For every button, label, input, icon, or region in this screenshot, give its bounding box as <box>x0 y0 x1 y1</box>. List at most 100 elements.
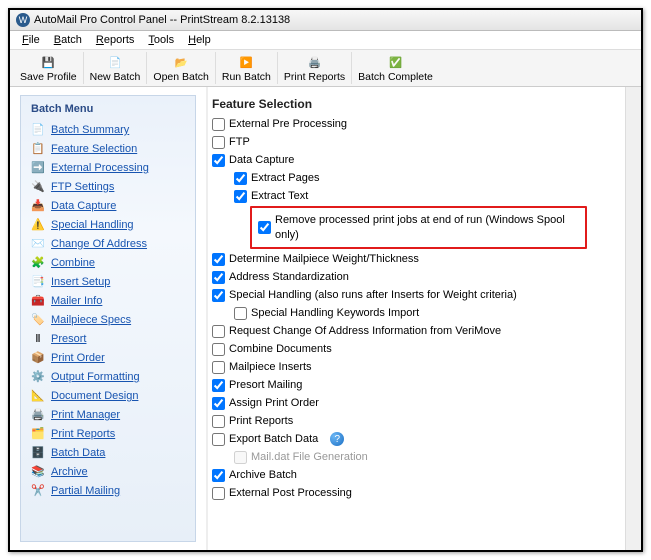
menu-file[interactable]: FFileile <box>16 32 46 48</box>
feature-label: Mail.dat File Generation <box>251 450 368 465</box>
sidebar-item-change-of-address[interactable]: ✉️ Change Of Address <box>23 235 193 254</box>
checkbox-external-pre-processing[interactable] <box>212 118 225 131</box>
new-batch-button[interactable]: 📄 New Batch <box>84 52 148 84</box>
sidebar-item-combine[interactable]: 🧩Combine <box>23 254 193 273</box>
menu-batch[interactable]: BatchBatch <box>48 32 88 48</box>
sidebar-item-icon: 📦 <box>31 352 45 366</box>
sidebar-item-label[interactable]: Print Manager <box>51 407 120 424</box>
menu-help[interactable]: HelpHelp <box>182 32 217 48</box>
checkbox-request-change-of-address-information-from-verimove[interactable] <box>212 325 225 338</box>
checkbox-archive-batch[interactable] <box>212 469 225 482</box>
checkbox-print-reports[interactable] <box>212 415 225 428</box>
print-reports-button[interactable]: 🖨️ Print Reports <box>278 52 352 84</box>
menu-reports[interactable]: ReportsReports <box>90 32 141 48</box>
sidebar-item-label[interactable]: Feature Selection <box>51 141 137 158</box>
sidebar-item-partial-mailing[interactable]: ✂️Partial Mailing <box>23 482 193 501</box>
sidebar-item-insert-setup[interactable]: 📑Insert Setup <box>23 273 193 292</box>
sidebar-item-label[interactable]: Print Reports <box>51 426 115 443</box>
sidebar-item-label[interactable]: Print Order <box>51 350 105 367</box>
window-title: AutoMail Pro Control Panel -- PrintStrea… <box>34 14 290 26</box>
checkbox-special-handling-also-runs-after-inserts-for-weight-criteria[interactable] <box>212 289 225 302</box>
checkbox-export-batch-data[interactable] <box>212 433 225 446</box>
scrollbar-vertical[interactable] <box>625 87 641 550</box>
feature-label: Special Handling (also runs after Insert… <box>229 288 517 303</box>
sidebar-item-print-manager[interactable]: 🖨️Print Manager <box>23 406 193 425</box>
sidebar-item-external-processing[interactable]: ➡️ External Processing <box>23 159 193 178</box>
sidebar-item-output-formatting[interactable]: ⚙️ Output Formatting <box>23 368 193 387</box>
checkbox-presort-mailing[interactable] <box>212 379 225 392</box>
checkbox-remove-processed-print-jobs-at-end-of-run-windows-spool-only[interactable] <box>258 221 271 234</box>
sidebar-item-label[interactable]: Data Capture <box>51 198 116 215</box>
feature-row-assign-print-order: Assign Print Order <box>212 394 617 412</box>
feature-label: Assign Print Order <box>229 396 319 411</box>
checkbox-ftp[interactable] <box>212 136 225 149</box>
sidebar-item-icon: ⚙️ <box>31 371 45 385</box>
sidebar-item-special-handling[interactable]: ⚠️Special Handling <box>23 216 193 235</box>
run-batch-button[interactable]: ▶️ Run Batch <box>216 52 278 84</box>
sidebar-item-label[interactable]: Insert Setup <box>51 274 110 291</box>
checkbox-extract-pages[interactable] <box>234 172 247 185</box>
sidebar-item-batch-summary[interactable]: 📄Batch Summary <box>23 121 193 140</box>
sidebar-item-archive[interactable]: 📚Archive <box>23 463 193 482</box>
checkbox-extract-text[interactable] <box>234 190 247 203</box>
checkbox-external-post-processing[interactable] <box>212 487 225 500</box>
sidebar-item-icon: ✉️ <box>31 238 45 252</box>
sidebar-item-batch-data[interactable]: 🗄️Batch Data <box>23 444 193 463</box>
open-icon: 📂 <box>175 53 188 71</box>
sidebar-item-label[interactable]: Presort <box>51 331 86 348</box>
checkbox-data-capture[interactable] <box>212 154 225 167</box>
sidebar-item-label[interactable]: Batch Summary <box>51 122 129 139</box>
batch-complete-button[interactable]: ✅ Batch Complete <box>352 52 439 84</box>
sidebar-item-label[interactable]: Output Formatting <box>51 369 140 386</box>
feature-row-ftp: FTP <box>212 133 617 151</box>
toolbtn-label: Print Reports <box>284 71 345 83</box>
sidebar-item-print-order[interactable]: 📦 Print Order <box>23 349 193 368</box>
sidebar-item-label[interactable]: Partial Mailing <box>51 483 120 500</box>
feature-row-archive-batch: Archive Batch <box>212 466 617 484</box>
sidebar-item-mailer-info[interactable]: 🧰Mailer Info <box>23 292 193 311</box>
feature-row-mail-dat-file-generation: Mail.dat File Generation <box>234 448 617 466</box>
sidebar-item-feature-selection[interactable]: 📋Feature Selection <box>23 140 193 159</box>
sidebar-item-print-reports[interactable]: 🗂️Print Reports <box>23 425 193 444</box>
sidebar-item-icon: 🏷️ <box>31 314 45 328</box>
toolbtn-label: Open Batch <box>153 71 208 83</box>
feature-label: Remove processed print jobs at end of ru… <box>275 213 579 243</box>
sidebar-item-label[interactable]: Special Handling <box>51 217 134 234</box>
sidebar-item-presort[interactable]: ⅡPresort <box>23 330 193 349</box>
sidebar-item-label[interactable]: External Processing <box>51 160 149 177</box>
save-profile-button[interactable]: 💾 Save Profile <box>14 52 84 84</box>
sidebar-item-label[interactable]: FTP Settings <box>51 179 114 196</box>
sidebar-item-label[interactable]: Document Design <box>51 388 138 405</box>
sidebar-item-label[interactable]: Combine <box>51 255 95 272</box>
complete-icon: ✅ <box>389 53 402 71</box>
feature-label: Address Standardization <box>229 270 349 285</box>
open-batch-button[interactable]: 📂 Open Batch <box>147 52 215 84</box>
checkbox-mailpiece-inserts[interactable] <box>212 361 225 374</box>
checkbox-combine-documents[interactable] <box>212 343 225 356</box>
sidebar-item-label[interactable]: Mailer Info <box>51 293 102 310</box>
sidebar: Batch Menu 📄Batch Summary📋Feature Select… <box>10 87 206 550</box>
app-window: W AutoMail Pro Control Panel -- PrintStr… <box>8 8 643 552</box>
content-area: Batch Menu 📄Batch Summary📋Feature Select… <box>10 87 641 550</box>
page-title: Feature Selection <box>212 97 617 111</box>
checkbox-special-handling-keywords-import[interactable] <box>234 307 247 320</box>
sidebar-item-label[interactable]: Batch Data <box>51 445 105 462</box>
sidebar-item-mailpiece-specs[interactable]: 🏷️ Mailpiece Specs <box>23 311 193 330</box>
titlebar: W AutoMail Pro Control Panel -- PrintStr… <box>10 10 641 31</box>
checkbox-determine-mailpiece-weight-thickness[interactable] <box>212 253 225 266</box>
toolbtn-label: Batch Complete <box>358 71 433 83</box>
feature-row-special-handling-keywords-import: Special Handling Keywords Import <box>234 304 617 322</box>
sidebar-item-label[interactable]: Archive <box>51 464 88 481</box>
checkbox-assign-print-order[interactable] <box>212 397 225 410</box>
sidebar-item-label[interactable]: Change Of Address <box>51 236 147 253</box>
checkbox-address-standardization[interactable] <box>212 271 225 284</box>
batch-menu-panel: Batch Menu 📄Batch Summary📋Feature Select… <box>20 95 196 542</box>
sidebar-item-label[interactable]: Mailpiece Specs <box>51 312 131 329</box>
sidebar-item-icon: ➡️ <box>31 162 45 176</box>
feature-row-data-capture: Data Capture <box>212 151 617 169</box>
sidebar-item-data-capture[interactable]: 📥Data Capture <box>23 197 193 216</box>
menu-tools[interactable]: ToolsTools <box>142 32 180 48</box>
sidebar-item-ftp-settings[interactable]: 🔌FTP Settings <box>23 178 193 197</box>
help-icon[interactable]: ? <box>330 432 344 446</box>
sidebar-item-document-design[interactable]: 📐Document Design <box>23 387 193 406</box>
